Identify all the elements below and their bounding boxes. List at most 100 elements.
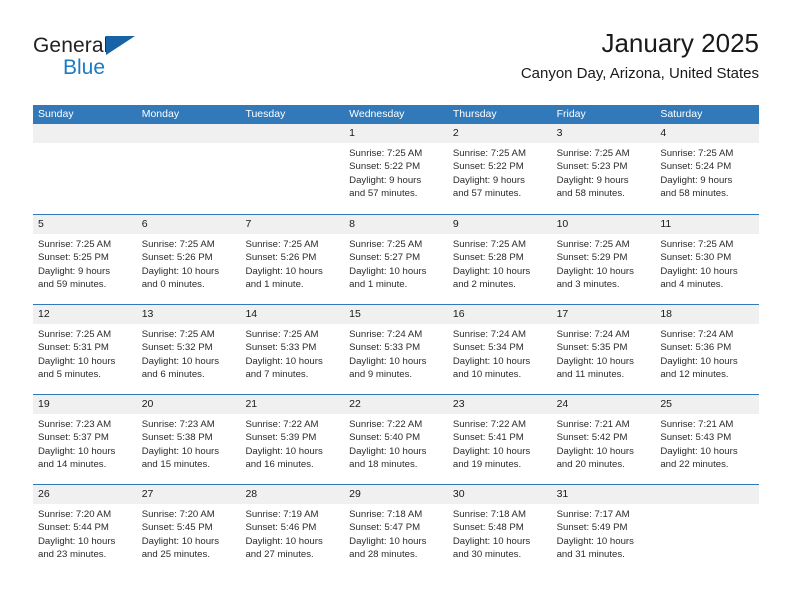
day-number: 8 <box>349 218 355 230</box>
day-number-band: 22 <box>344 395 448 414</box>
day-details: Sunrise: 7:23 AM Sunset: 5:38 PM Daylight:… <box>137 414 241 472</box>
day-number: 15 <box>349 308 361 320</box>
day-number: 22 <box>349 398 361 410</box>
day-detail-line: and 20 minutes. <box>556 459 625 471</box>
day-detail-line: Sunset: 5:49 PM <box>556 522 628 534</box>
weekday-header-wednesday: Wednesday <box>349 108 405 120</box>
day-cell-6[interactable]: 6 Sunrise: 7:25 AM Sunset: 5:26 PM Daylight… <box>136 215 241 304</box>
day-detail-line: Sunrise: 7:21 AM <box>660 419 734 430</box>
day-details: Sunrise: 7:17 AM Sunset: 5:49 PM Daylight:… <box>552 504 656 562</box>
weekday-header-sunday: Sunday <box>38 108 74 120</box>
day-detail-line: Sunrise: 7:22 AM <box>349 419 423 430</box>
day-cell-5[interactable]: 5 Sunrise: 7:25 AM Sunset: 5:25 PM Daylight… <box>33 215 137 304</box>
weekday-header-saturday: Saturday <box>660 108 703 120</box>
day-detail-line: Daylight: 10 hours <box>660 355 738 367</box>
day-detail-line: and 16 minutes. <box>245 459 314 471</box>
day-detail-line: and 58 minutes. <box>660 188 729 200</box>
day-cell-12[interactable]: 12 Sunrise: 7:25 AM Sunset: 5:31 PM Dayligh… <box>33 305 137 394</box>
day-details: Sunrise: 7:25 AM Sunset: 5:26 PM Daylight:… <box>240 234 344 292</box>
day-cell-4[interactable]: 4 Sunrise: 7:25 AM Sunset: 5:24 PM Daylight… <box>655 124 760 214</box>
day-number: 2 <box>452 127 459 139</box>
day-details: Sunrise: 7:19 AM Sunset: 5:46 PM Daylight:… <box>240 504 344 562</box>
day-number-band: 7 <box>240 215 345 234</box>
day-detail-line: and 10 minutes. <box>452 369 522 381</box>
day-number-band: 3 <box>551 124 656 143</box>
day-detail-line: Daylight: 9 hours <box>38 265 110 277</box>
day-detail-line: Sunset: 5:45 PM <box>141 522 213 534</box>
day-details <box>240 143 344 147</box>
day-cell-empty <box>136 124 241 214</box>
day-cell-24[interactable]: 24 Sunrise: 7:21 AM Sunset: 5:42 PM Dayligh… <box>551 395 656 484</box>
day-cell-13[interactable]: 13 Sunrise: 7:25 AM Sunset: 5:32 PM Dayligh… <box>136 305 241 394</box>
day-detail-line: Sunrise: 7:25 AM <box>141 329 215 340</box>
day-cell-20[interactable]: 20 Sunrise: 7:23 AM Sunset: 5:38 PM Dayligh… <box>136 395 241 484</box>
day-cell-10[interactable]: 10 Sunrise: 7:25 AM Sunset: 5:29 PM Dayligh… <box>551 215 656 304</box>
day-detail-line: and 28 minutes. <box>349 549 418 561</box>
calendar-week-row: 1 Sunrise: 7:25 AM Sunset: 5:22 PM Daylight… <box>33 124 760 214</box>
day-detail-line: and 12 minutes. <box>660 369 729 381</box>
day-cell-7[interactable]: 7 Sunrise: 7:25 AM Sunset: 5:26 PM Daylight… <box>240 215 345 304</box>
day-cell-30[interactable]: 30 Sunrise: 7:18 AM Sunset: 5:48 PM Dayligh… <box>447 485 552 574</box>
day-number: 30 <box>452 488 465 500</box>
day-number-band: 26 <box>33 485 137 504</box>
day-detail-line: Sunset: 5:24 PM <box>660 161 732 173</box>
day-detail-line: Sunset: 5:26 PM <box>141 252 213 264</box>
day-cell-2[interactable]: 2 Sunrise: 7:25 AM Sunset: 5:22 PM Daylight… <box>447 124 552 214</box>
day-detail-line: and 1 minute. <box>349 279 408 291</box>
day-cell-11[interactable]: 11 Sunrise: 7:25 AM Sunset: 5:30 PM Dayligh… <box>655 215 760 304</box>
day-cell-18[interactable]: 18 Sunrise: 7:24 AM Sunset: 5:36 PM Dayligh… <box>655 305 760 394</box>
day-detail-line: Daylight: 10 hours <box>38 445 116 457</box>
day-detail-line: Sunrise: 7:25 AM <box>38 239 112 250</box>
day-cell-9[interactable]: 9 Sunrise: 7:25 AM Sunset: 5:28 PM Daylight… <box>447 215 552 304</box>
day-cell-empty <box>655 485 760 574</box>
day-details: Sunrise: 7:22 AM Sunset: 5:39 PM Daylight:… <box>240 414 344 472</box>
day-detail-line: Sunrise: 7:25 AM <box>660 148 734 159</box>
day-number-band: 4 <box>655 124 760 143</box>
page-subtitle: Canyon Day, Arizona, United States <box>520 65 759 82</box>
day-cell-27[interactable]: 27 Sunrise: 7:20 AM Sunset: 5:45 PM Dayligh… <box>136 485 241 574</box>
weekday-header-monday: Monday <box>141 108 180 120</box>
day-detail-line: Sunset: 5:29 PM <box>556 252 628 264</box>
day-number-band: 25 <box>655 395 760 414</box>
day-detail-line: Sunset: 5:26 PM <box>245 252 317 264</box>
day-cell-26[interactable]: 26 Sunrise: 7:20 AM Sunset: 5:44 PM Dayligh… <box>33 485 137 574</box>
day-number-band <box>33 124 137 143</box>
day-number: 13 <box>141 308 154 320</box>
day-cell-22[interactable]: 22 Sunrise: 7:22 AM Sunset: 5:40 PM Dayligh… <box>344 395 448 484</box>
day-detail-line: Sunrise: 7:25 AM <box>349 148 423 159</box>
day-number: 12 <box>38 308 50 320</box>
day-details: Sunrise: 7:24 AM Sunset: 5:35 PM Daylight:… <box>552 324 656 382</box>
day-cell-28[interactable]: 28 Sunrise: 7:19 AM Sunset: 5:46 PM Dayligh… <box>240 485 345 574</box>
generalblue-logo[interactable]: General Blue <box>33 34 243 90</box>
day-number-band: 9 <box>447 215 552 234</box>
day-detail-line: Sunset: 5:33 PM <box>349 342 421 354</box>
day-number: 3 <box>556 127 563 139</box>
day-cell-8[interactable]: 8 Sunrise: 7:25 AM Sunset: 5:27 PM Daylight… <box>344 215 448 304</box>
day-cell-15[interactable]: 15 Sunrise: 7:24 AM Sunset: 5:33 PM Dayligh… <box>344 305 448 394</box>
day-detail-line: and 0 minutes. <box>141 279 205 291</box>
day-cell-31[interactable]: 31 Sunrise: 7:17 AM Sunset: 5:49 PM Dayligh… <box>551 485 656 574</box>
day-details: Sunrise: 7:18 AM Sunset: 5:48 PM Daylight:… <box>448 504 552 562</box>
day-cell-16[interactable]: 16 Sunrise: 7:24 AM Sunset: 5:34 PM Dayligh… <box>447 305 552 394</box>
day-cell-19[interactable]: 19 Sunrise: 7:23 AM Sunset: 5:37 PM Dayligh… <box>33 395 137 484</box>
day-cell-21[interactable]: 21 Sunrise: 7:22 AM Sunset: 5:39 PM Dayligh… <box>240 395 345 484</box>
day-details <box>655 504 759 508</box>
day-cell-14[interactable]: 14 Sunrise: 7:25 AM Sunset: 5:33 PM Dayligh… <box>240 305 345 394</box>
day-detail-line: and 58 minutes. <box>556 188 625 200</box>
day-cell-3[interactable]: 3 Sunrise: 7:25 AM Sunset: 5:23 PM Daylight… <box>551 124 656 214</box>
day-cell-23[interactable]: 23 Sunrise: 7:22 AM Sunset: 5:41 PM Dayligh… <box>447 395 552 484</box>
day-detail-line: Sunset: 5:25 PM <box>38 252 109 264</box>
day-detail-line: Sunset: 5:47 PM <box>349 522 421 534</box>
day-cell-17[interactable]: 17 Sunrise: 7:24 AM Sunset: 5:35 PM Dayligh… <box>551 305 656 394</box>
day-cell-1[interactable]: 1 Sunrise: 7:25 AM Sunset: 5:22 PM Daylight… <box>344 124 448 214</box>
day-details: Sunrise: 7:25 AM Sunset: 5:25 PM Daylight:… <box>33 234 137 292</box>
day-detail-line: and 11 minutes. <box>556 369 625 381</box>
day-details: Sunrise: 7:25 AM Sunset: 5:28 PM Daylight:… <box>448 234 552 292</box>
day-detail-line: Sunset: 5:36 PM <box>660 342 732 354</box>
day-cell-25[interactable]: 25 Sunrise: 7:21 AM Sunset: 5:43 PM Dayligh… <box>655 395 760 484</box>
day-number: 4 <box>660 127 667 139</box>
day-detail-line: and 31 minutes. <box>556 549 625 561</box>
day-detail-line: Daylight: 10 hours <box>349 535 427 547</box>
day-cell-29[interactable]: 29 Sunrise: 7:18 AM Sunset: 5:47 PM Dayligh… <box>344 485 448 574</box>
day-detail-line: and 1 minute. <box>245 279 304 291</box>
